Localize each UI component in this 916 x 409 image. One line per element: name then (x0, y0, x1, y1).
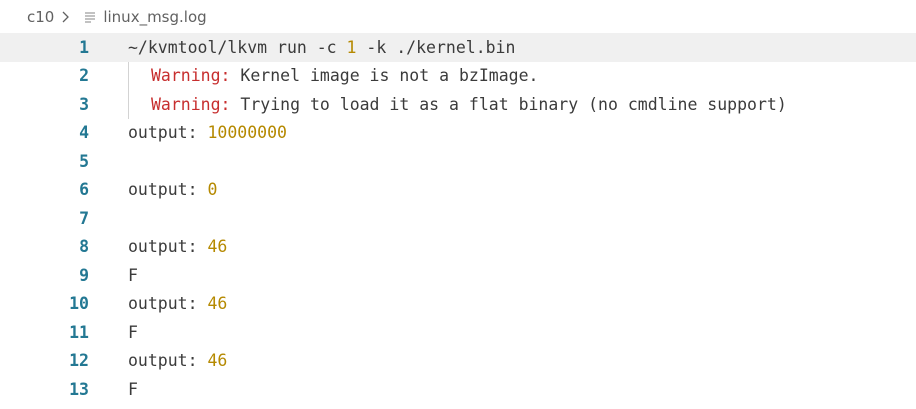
line-number: 2 (79, 66, 89, 86)
plain-text: F (128, 265, 138, 285)
code-editor[interactable]: 1 ~/kvmtool/lkvm run -c 1 -k ./kernel.bi… (0, 33, 916, 409)
line-content: output: 46 (128, 237, 227, 256)
warning-text: Trying to load it as a flat binary (no c… (230, 94, 787, 114)
warning-keyword: Warning: (151, 94, 231, 114)
line-number: 3 (79, 94, 89, 114)
line-content: ~/kvmtool/lkvm run -c 1 -k ./kernel.bin (128, 38, 515, 57)
output-label: output: (128, 123, 208, 143)
line-content: F (128, 323, 138, 342)
code-line[interactable]: 7 (0, 204, 916, 233)
line-number: 9 (79, 265, 89, 285)
line-number: 12 (69, 351, 89, 371)
output-label: output: (128, 237, 208, 257)
warning-keyword: Warning: (151, 66, 231, 86)
line-number: 1 (79, 37, 89, 57)
breadcrumb-folder[interactable]: c10 (27, 8, 54, 26)
code-line[interactable]: 2 Warning: Kernel image is not a bzImage… (0, 61, 916, 90)
code-line[interactable]: 12 output: 46 (0, 347, 916, 376)
command-number: 1 (346, 37, 357, 57)
code-line[interactable]: 4 output: 10000000 (0, 119, 916, 148)
output-value: 46 (207, 237, 228, 257)
text-file-icon (83, 10, 97, 24)
chevron-right-icon (58, 10, 72, 24)
line-content: Warning: Kernel image is not a bzImage. (128, 61, 539, 90)
warning-text: Kernel image is not a bzImage. (230, 66, 539, 86)
indent-guide (128, 90, 129, 119)
code-line[interactable]: 1 ~/kvmtool/lkvm run -c 1 -k ./kernel.bi… (0, 33, 916, 62)
line-number: 11 (69, 322, 89, 342)
code-line[interactable]: 6 output: 0 (0, 176, 916, 205)
line-content: output: 0 (128, 180, 217, 199)
output-label: output: (128, 351, 208, 371)
output-value: 46 (207, 351, 228, 371)
plain-text: F (128, 322, 138, 342)
line-number: 4 (79, 123, 89, 143)
line-content: F (128, 380, 138, 399)
code-line[interactable]: 10 output: 46 (0, 290, 916, 319)
line-number: 7 (79, 208, 89, 228)
output-label: output: (128, 294, 208, 314)
line-content: Warning: Trying to load it as a flat bin… (128, 90, 787, 119)
code-line[interactable]: 13 F (0, 375, 916, 404)
output-label: output: (128, 180, 208, 200)
line-number: 6 (79, 180, 89, 200)
code-line[interactable]: 11 F (0, 318, 916, 347)
code-line[interactable]: 3 Warning: Trying to load it as a flat b… (0, 90, 916, 119)
code-line[interactable]: 5 (0, 147, 916, 176)
command-text: ~/kvmtool/lkvm run -c (128, 37, 347, 57)
line-number: 13 (69, 379, 89, 399)
line-number: 10 (69, 294, 89, 314)
indent-guide (128, 61, 129, 90)
line-content: output: 46 (128, 294, 227, 313)
line-content: F (128, 266, 138, 285)
line-number: 5 (79, 151, 89, 171)
code-line[interactable]: 8 output: 46 (0, 233, 916, 262)
output-value: 46 (207, 294, 228, 314)
breadcrumb-file[interactable]: linux_msg.log (103, 8, 206, 26)
plain-text: F (128, 379, 138, 399)
line-content: output: 46 (128, 351, 227, 370)
code-line[interactable]: 9 F (0, 261, 916, 290)
output-value: 0 (207, 180, 218, 200)
command-text-rest: -k ./kernel.bin (356, 37, 516, 57)
output-value: 10000000 (207, 123, 287, 143)
breadcrumb: c10 linux_msg.log (0, 0, 916, 33)
line-number: 8 (79, 237, 89, 257)
line-content: output: 10000000 (128, 123, 287, 142)
